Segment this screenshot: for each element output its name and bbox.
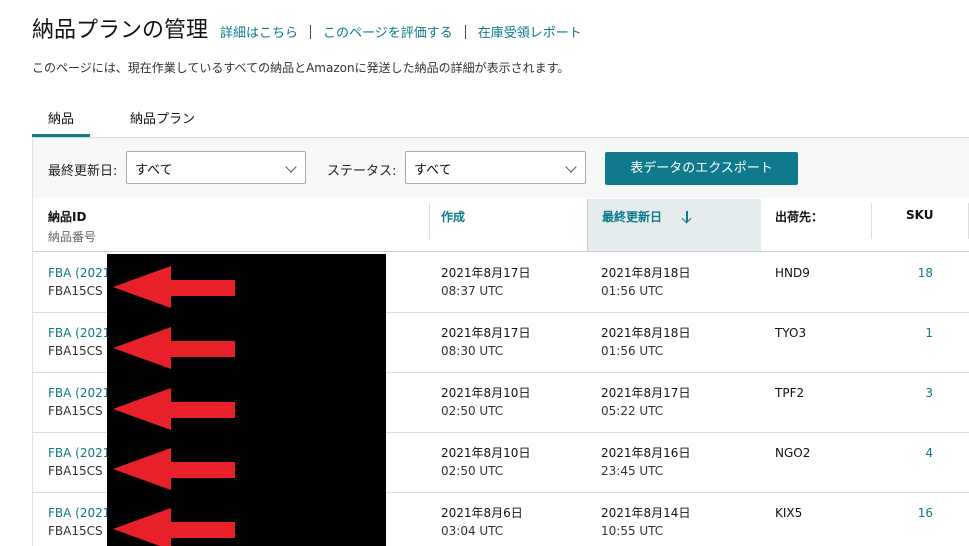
red-arrow-icon [113,266,235,308]
sort-down-arrow-icon [682,211,692,223]
shipment-id-cell: FBA (2021 FBA15CS [48,444,110,480]
updated-date: 2021年8月14日 [601,506,691,520]
column-header-sku: SKU [906,208,934,222]
updated-date: 2021年8月18日 [601,266,691,280]
updated-date: 2021年8月17日 [601,386,691,400]
created-date: 2021年8月10日 [441,386,531,400]
updated-time: 23:45 UTC [601,464,664,478]
column-header-ship-to: 出荷先： [775,210,824,224]
page-description: このページには、現在作業しているすべての納品とAmazonに発送した納品の詳細が… [32,61,570,75]
updated-date: 2021年8月18日 [601,326,691,340]
updated-cell: 2021年8月18日 01:56 UTC [601,324,690,360]
updated-filter-value: すべて [135,163,173,178]
created-date: 2021年8月17日 [441,326,531,340]
created-cell: 2021年8月17日 08:30 UTC [441,324,530,360]
shipment-number-header-label: 納品番号 [48,230,97,244]
created-time: 08:37 UTC [441,284,504,298]
updated-date: 2021年8月16日 [601,446,691,460]
inventory-report-link[interactable]: 在庫受領レポート [478,22,582,41]
status-filter-value: すべて [414,163,452,178]
page-header: 納品プランの管理 詳細はこちら このページを評価する 在庫受領レポート [32,12,582,44]
created-date: 2021年8月6日 [441,506,523,520]
page-title: 納品プランの管理 [32,18,209,43]
shipment-id-link[interactable]: FBA (2021 [48,384,110,402]
sku-count-link[interactable]: 3 [925,384,933,402]
ship-to-cell: TPF2 [775,386,805,400]
created-time: 03:04 UTC [441,524,504,538]
created-time: 02:50 UTC [441,464,504,478]
updated-time: 05:22 UTC [601,404,664,418]
updated-cell: 2021年8月17日 05:22 UTC [601,384,690,420]
shipment-number: FBA15CS [48,464,103,478]
updated-time: 01:56 UTC [601,284,664,298]
chevron-down-icon [285,161,297,173]
created-cell: 2021年8月10日 02:50 UTC [441,384,530,420]
updated-cell: 2021年8月14日 10:55 UTC [601,504,690,540]
sku-count-link[interactable]: 16 [918,504,933,522]
chevron-down-icon [565,161,577,173]
shipment-id-cell: FBA (2021 FBA15CS [48,504,110,540]
updated-time: 10:55 UTC [601,524,664,538]
column-divider [871,203,872,239]
updated-filter-label: 最終更新日: [48,164,118,179]
shipment-number: FBA15CS [48,404,103,418]
shipment-number: FBA15CS [48,524,103,538]
red-arrow-icon [113,388,235,430]
sku-count-link[interactable]: 18 [918,264,933,282]
header-links: 詳細はこちら このページを評価する 在庫受領レポート [220,22,582,41]
shipment-id-header-label: 納品ID [48,210,87,224]
updated-filter-select[interactable]: すべて [126,151,306,184]
tab-bar: 納品 納品プラン [32,100,195,137]
updated-cell: 2021年8月16日 23:45 UTC [601,444,690,480]
created-cell: 2021年8月6日 03:04 UTC [441,504,523,540]
shipment-number: FBA15CS [48,344,103,358]
created-date: 2021年8月10日 [441,446,531,460]
column-header-shipment-id: 納品ID 納品番号 [48,199,96,251]
red-arrow-icon [113,448,235,490]
updated-cell: 2021年8月18日 01:56 UTC [601,264,690,300]
shipment-id-link[interactable]: FBA (2021 [48,264,110,282]
created-time: 08:30 UTC [441,344,504,358]
shipment-id-cell: FBA (2021 FBA15CS [48,264,110,300]
table-header: 納品ID 納品番号 作成 最終更新日 出荷先： SKU [33,199,969,252]
status-filter-label: ステータス: [327,164,397,179]
ship-to-cell: NGO2 [775,446,811,460]
red-arrow-icon [113,508,235,546]
created-cell: 2021年8月17日 08:37 UTC [441,264,530,300]
rate-page-link[interactable]: このページを評価する [323,22,453,41]
created-date: 2021年8月17日 [441,266,531,280]
sku-count-link[interactable]: 1 [925,324,933,342]
column-header-created[interactable]: 作成 [441,199,465,251]
created-cell: 2021年8月10日 02:50 UTC [441,444,530,480]
export-table-button[interactable]: 表データのエクスポート [605,152,798,185]
column-header-last-updated[interactable]: 最終更新日 [587,199,761,251]
ship-to-cell: HND9 [775,266,810,280]
created-time: 02:50 UTC [441,404,504,418]
last-updated-header-label: 最終更新日 [602,210,663,224]
learn-more-link[interactable]: 詳細はこちら [220,22,298,41]
sku-count-link[interactable]: 4 [925,444,933,462]
shipment-id-link[interactable]: FBA (2021 [48,444,110,462]
shipment-id-link[interactable]: FBA (2021 [48,324,110,342]
link-divider [464,24,466,39]
status-filter-select[interactable]: すべて [405,151,586,184]
shipment-id-link[interactable]: FBA (2021 [48,504,110,522]
shipment-number: FBA15CS [48,284,103,298]
tab-shipments[interactable]: 納品 [32,100,90,137]
link-divider [310,24,312,39]
ship-to-cell: KIX5 [775,506,803,520]
red-arrow-icon [113,327,235,369]
filter-bar: 最終更新日: すべて ステータス: すべて 表データのエクスポート [33,138,969,198]
updated-time: 01:56 UTC [601,344,664,358]
shipment-id-cell: FBA (2021 FBA15CS [48,324,110,360]
ship-to-cell: TYO3 [775,326,807,340]
tab-shipment-plans[interactable]: 納品プラン [130,100,195,137]
column-divider [429,203,430,239]
shipment-id-cell: FBA (2021 FBA15CS [48,384,110,420]
